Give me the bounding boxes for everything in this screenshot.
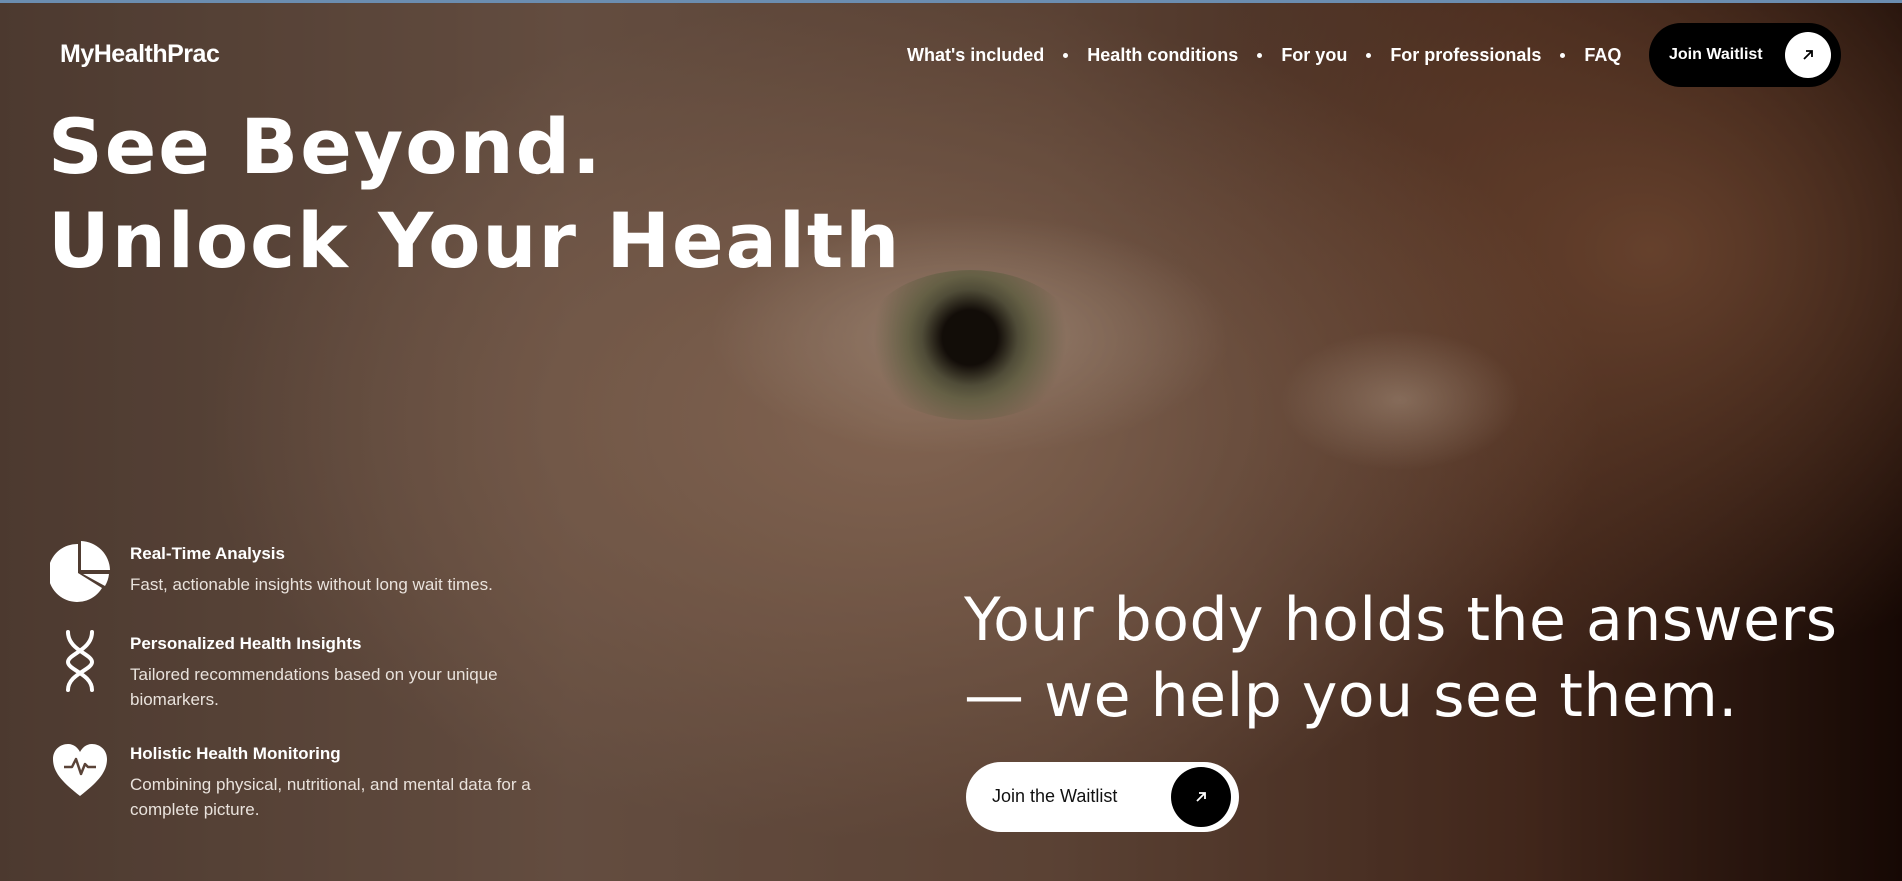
hero-headline-line-1: See Beyond. xyxy=(48,102,603,191)
nav-separator-dot xyxy=(1560,53,1566,58)
feature-title: Real-Time Analysis xyxy=(130,544,285,563)
heart-pulse-icon xyxy=(50,740,110,802)
nav-item-for-you[interactable]: For you xyxy=(1281,45,1347,66)
hero-headline-line-2: Unlock Your Health xyxy=(48,196,902,285)
feature-description: Fast, actionable insights without long w… xyxy=(130,575,493,594)
main-nav: What's included Health conditions For yo… xyxy=(907,45,1621,66)
hero-tagline: Your body holds the answers — we help yo… xyxy=(964,585,1838,731)
arrow-up-right-icon xyxy=(1171,767,1231,827)
nav-item-health-conditions[interactable]: Health conditions xyxy=(1087,45,1238,66)
nav-item-whats-included[interactable]: What's included xyxy=(907,45,1044,66)
join-the-waitlist-button[interactable]: Join the Waitlist xyxy=(966,762,1239,832)
browser-top-edge xyxy=(0,0,1902,3)
join-the-waitlist-label: Join the Waitlist xyxy=(992,786,1118,806)
feature-description: Combining physical, nutritional, and men… xyxy=(130,775,531,819)
nav-item-faq[interactable]: FAQ xyxy=(1584,45,1621,66)
nav-separator-dot xyxy=(1257,53,1263,58)
brand-logo[interactable]: MyHealthPrac xyxy=(60,40,220,69)
feature-description: Tailored recommendations based on your u… xyxy=(130,665,498,709)
feature-title: Personalized Health Insights xyxy=(130,634,362,653)
dna-icon xyxy=(50,630,110,692)
hero-headline: See Beyond. Unlock Your Health xyxy=(48,100,901,288)
feature-title: Holistic Health Monitoring xyxy=(130,744,341,763)
nav-item-for-professionals[interactable]: For professionals xyxy=(1390,45,1541,66)
join-waitlist-button[interactable]: Join Waitlist xyxy=(1649,23,1841,87)
arrow-up-right-icon xyxy=(1785,32,1831,78)
join-waitlist-label: Join Waitlist xyxy=(1669,46,1763,63)
nav-separator-dot xyxy=(1063,53,1069,58)
pie-chart-icon xyxy=(48,540,110,602)
nav-separator-dot xyxy=(1366,53,1372,58)
